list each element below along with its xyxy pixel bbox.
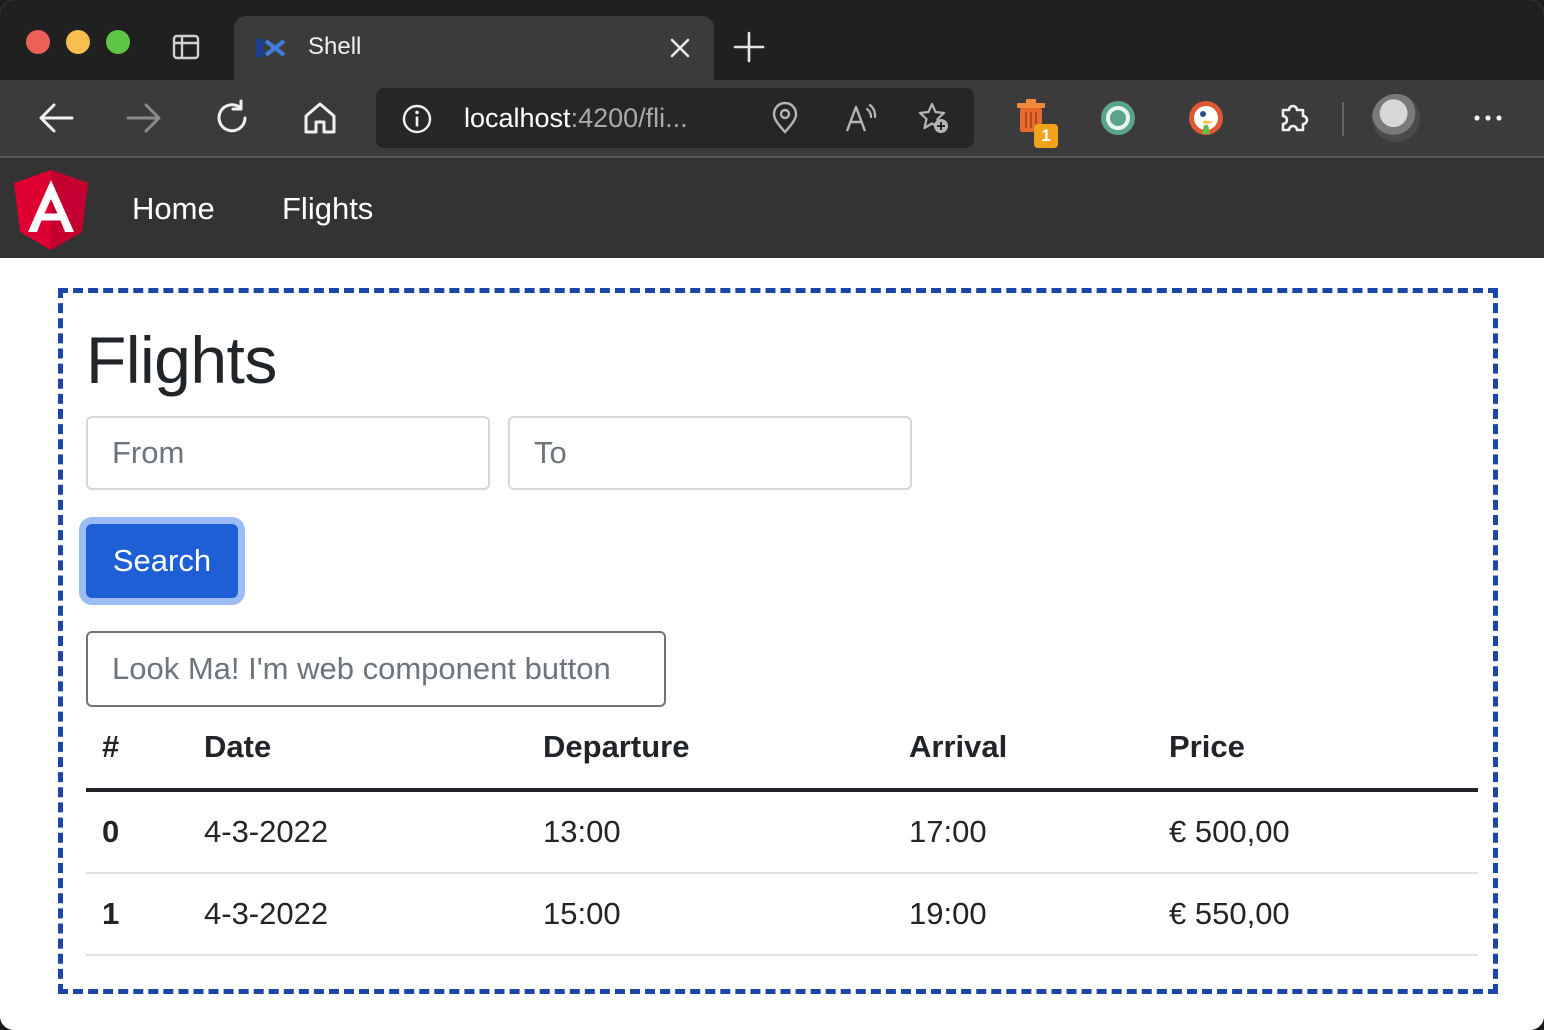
cell-arrival: 17:00 [893, 790, 1153, 874]
column-header-date: Date [188, 706, 527, 792]
reload-icon[interactable] [212, 98, 252, 138]
extensions-icon[interactable] [1274, 98, 1314, 138]
column-header-arrival: Arrival [893, 706, 1153, 792]
web-component-button[interactable]: Look Ma! I'm web component button [86, 631, 666, 707]
nav-link-flights[interactable]: Flights [282, 191, 373, 227]
duckduckgo-icon[interactable] [1186, 98, 1226, 138]
sync-extension-icon[interactable] [1098, 98, 1138, 138]
favorite-add-icon[interactable] [916, 101, 950, 135]
flights-table: # Date Departure Arrival Price 0 4-3-202… [86, 706, 1478, 956]
page-title: Flights [86, 323, 277, 397]
close-tab-icon[interactable] [668, 36, 692, 60]
column-header-departure: Departure [527, 706, 893, 792]
tab-title: Shell [308, 33, 362, 60]
location-icon[interactable] [768, 101, 802, 135]
maximize-window-button[interactable] [106, 30, 130, 54]
cell-date: 4-3-2022 [188, 790, 527, 874]
angular-logo[interactable] [12, 168, 90, 252]
to-input[interactable] [508, 416, 912, 490]
table-row: 0 4-3-2022 13:00 17:00 € 500,00 [86, 790, 1478, 874]
cell-departure: 15:00 [527, 873, 893, 956]
cell-arrival: 19:00 [893, 873, 1153, 956]
address-path: :4200/fli... [570, 103, 688, 133]
main-content: Flights Search Look Ma! I'm web componen… [0, 258, 1544, 1030]
cell-departure: 13:00 [527, 790, 893, 874]
browser-window: Shell localhost:4200/fli... 1 Home Fligh… [0, 0, 1544, 1030]
close-window-button[interactable] [26, 30, 50, 54]
tab-strip: Shell [0, 0, 1544, 80]
new-tab-icon[interactable] [732, 30, 766, 64]
cell-index: 0 [86, 790, 188, 874]
extension-badge: 1 [1034, 124, 1058, 148]
back-icon[interactable] [36, 98, 76, 138]
cell-price: € 550,00 [1153, 873, 1478, 956]
column-header-index: # [86, 706, 188, 792]
search-button[interactable]: Search [86, 524, 238, 598]
module-federation-icon [256, 39, 286, 57]
home-icon[interactable] [300, 98, 340, 138]
minimize-window-button[interactable] [66, 30, 90, 54]
more-icon[interactable] [1468, 98, 1508, 138]
profile-avatar[interactable] [1372, 94, 1420, 142]
cell-price: € 500,00 [1153, 790, 1478, 874]
from-input[interactable] [86, 416, 490, 490]
read-aloud-icon[interactable] [844, 101, 878, 135]
forward-icon[interactable] [124, 98, 164, 138]
address-host: localhost [464, 103, 571, 133]
cell-date: 4-3-2022 [188, 873, 527, 956]
cell-index: 1 [86, 873, 188, 956]
toolbar-separator [1342, 102, 1344, 136]
column-header-price: Price [1153, 706, 1478, 792]
tab-shell[interactable]: Shell [234, 16, 714, 80]
table-row: 1 4-3-2022 15:00 19:00 € 550,00 [86, 873, 1478, 956]
nav-link-home[interactable]: Home [132, 191, 215, 227]
info-icon[interactable] [402, 104, 432, 134]
table-header-row: # Date Departure Arrival Price [86, 706, 1478, 792]
tab-actions-icon[interactable] [172, 33, 200, 61]
app-navbar: Home Flights [0, 158, 1544, 258]
address-url[interactable]: localhost:4200/fli... [464, 103, 688, 134]
address-bar[interactable]: localhost:4200/fli... [376, 88, 974, 148]
browser-toolbar: localhost:4200/fli... [0, 80, 1544, 158]
